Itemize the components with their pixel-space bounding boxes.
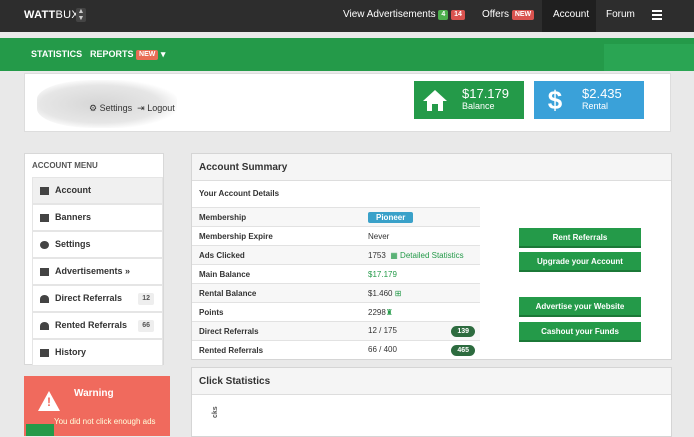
click-statistics-title: Click Statistics (192, 368, 671, 395)
gear-icon (40, 241, 49, 249)
ads-count-green: 4 (438, 10, 449, 20)
users-icon (40, 322, 49, 330)
warning-action[interactable] (26, 424, 54, 436)
table-row: Membership Pioneer (192, 207, 480, 227)
user-icon (40, 295, 49, 303)
rental-box[interactable]: $ $2.435 Rental (534, 81, 644, 119)
rent-referrals-button[interactable]: Rent Referrals (519, 228, 641, 248)
dollar-icon: $ (547, 85, 563, 115)
sort-arrows-icon[interactable]: ▲ ▼ (76, 8, 86, 22)
account-details-table: Membership Pioneer Membership Expire Never… (192, 207, 480, 360)
sub-nav: STATISTICS REPORTS NEW ▾ (0, 38, 694, 71)
menu-item-account[interactable]: Account (32, 177, 163, 204)
balance-label: Balance (462, 101, 495, 111)
table-row: Rental Balance $1.460 ⊞ (192, 283, 480, 303)
nav-forum[interactable]: Forum (606, 0, 635, 32)
ads-count-red: 14 (451, 10, 465, 20)
balance-value: $17.179 (462, 86, 509, 101)
home-icon (423, 90, 447, 111)
cashout-funds-button[interactable]: Cashout your Funds (519, 322, 641, 342)
menu-item-direct-referrals[interactable]: Direct Referrals 12 (32, 285, 163, 312)
stats-icon: ▦ (390, 250, 398, 260)
top-bar: WATTBUX ▲ ▼ View Advertisements 4 14 Offe… (0, 0, 694, 32)
detailed-statistics-link[interactable]: ▦ Detailed Statistics (390, 251, 463, 260)
chart-y-label: cks (212, 406, 219, 418)
warning-title: Warning (74, 388, 114, 399)
nav-reports[interactable]: REPORTS NEW ▾ (90, 49, 165, 60)
subnav-highlight (604, 44, 694, 71)
warning-icon (38, 391, 60, 411)
rented-referrals-total: 465 (451, 344, 475, 356)
menu-item-rented-referrals[interactable]: Rented Referrals 66 (32, 312, 163, 339)
account-menu-title: ACCOUNT MENU (32, 161, 98, 170)
calendar-icon (40, 349, 49, 357)
user-links: ⚙ Settings ⇥ Logout (89, 103, 175, 114)
advertise-website-button[interactable]: Advertise your Website (519, 297, 641, 317)
logo[interactable]: WATTBUX (24, 9, 79, 21)
settings-link[interactable]: ⚙ Settings (89, 103, 132, 113)
nav-statistics[interactable]: STATISTICS (31, 49, 82, 59)
table-row: Direct Referrals 12 / 175 139 (192, 321, 480, 341)
user-panel: ⚙ Settings ⇥ Logout $17.179 Balance $ $2… (24, 73, 671, 132)
account-menu: ACCOUNT MENU Account Banners Settings Ad… (24, 153, 164, 366)
offers-new-badge: NEW (511, 10, 535, 20)
menu-item-settings[interactable]: Settings (32, 231, 163, 258)
nav-account[interactable]: Account (542, 0, 596, 32)
add-funds-icon[interactable]: ⊞ (395, 289, 402, 298)
membership-badge: Pioneer (368, 211, 414, 223)
rental-label: Rental (582, 101, 609, 111)
upgrade-account-button[interactable]: Upgrade your Account (519, 252, 641, 272)
menu-item-advertisements[interactable]: Advertisements » (32, 258, 163, 285)
table-row: Membership Expire Never (192, 226, 480, 246)
menu-item-history[interactable]: History (32, 339, 163, 366)
rented-referrals-count: 66 (138, 320, 154, 332)
reports-new-badge: NEW (136, 50, 159, 60)
direct-referrals-count: 12 (138, 293, 154, 305)
account-summary-title: Account Summary (192, 154, 671, 181)
gear-icon: ⚙ (89, 103, 98, 113)
trophy-icon: ♜ (385, 307, 393, 317)
account-details-subtitle: Your Account Details (199, 189, 280, 198)
account-summary-panel: Account Summary Your Account Details Mem… (191, 153, 672, 360)
chart-icon (40, 268, 49, 276)
warning-message: You did not click enough ads (54, 417, 156, 426)
click-statistics-panel: Click Statistics cks (191, 367, 672, 437)
nav-view-advertisements[interactable]: View Advertisements 4 14 (343, 0, 465, 32)
rental-value: $2.435 (582, 86, 622, 101)
image-icon (40, 214, 49, 222)
table-row: Points 2298♜ (192, 302, 480, 322)
warning-box: Warning You did not click enough ads (24, 376, 170, 436)
nav-offers[interactable]: Offers NEW (482, 0, 535, 32)
logout-link[interactable]: ⇥ Logout (137, 103, 175, 113)
table-row: Rented Referrals 66 / 400 465 (192, 340, 480, 360)
menu-item-banners[interactable]: Banners (32, 204, 163, 231)
hamburger-menu-icon[interactable] (652, 10, 662, 22)
direct-referrals-total: 139 (451, 325, 475, 337)
balance-box[interactable]: $17.179 Balance (414, 81, 524, 119)
logout-icon: ⇥ (137, 103, 145, 113)
monitor-icon (40, 187, 49, 195)
table-row: Main Balance $17.179 (192, 264, 480, 284)
logo-main: WATT (24, 9, 56, 21)
table-row: Ads Clicked 1753 ▦ Detailed Statistics (192, 245, 480, 265)
caret-down-icon: ▾ (160, 49, 166, 59)
